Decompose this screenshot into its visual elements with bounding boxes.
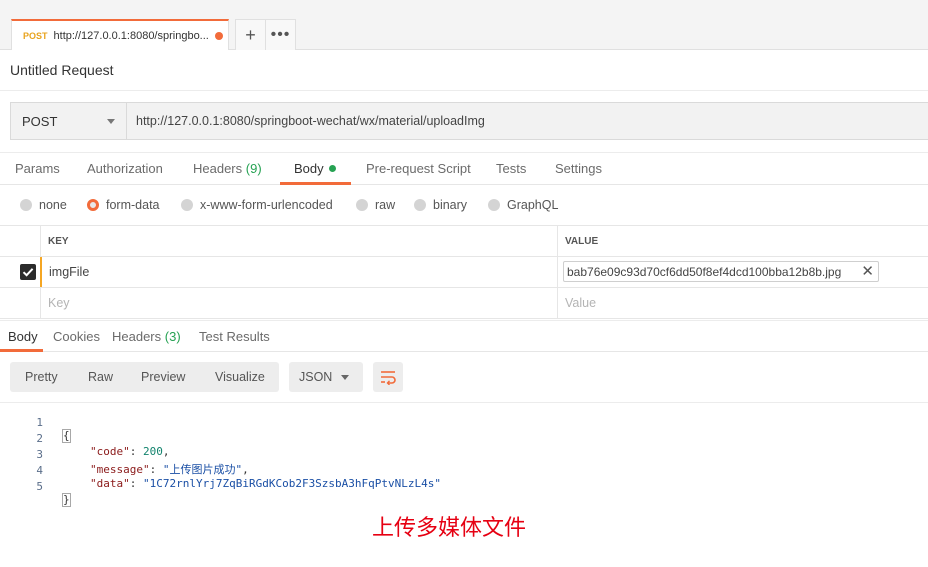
value-header-label: VALUE bbox=[565, 235, 599, 247]
key-column-header: KEY bbox=[40, 226, 558, 256]
response-tab-headers[interactable]: Headers (3) bbox=[112, 329, 181, 344]
response-format-value: JSON bbox=[299, 370, 333, 384]
value-placeholder: Value bbox=[565, 296, 597, 310]
request-tab-url: http://127.0.0.1:8080/springbo... bbox=[53, 29, 209, 42]
active-tab-underline bbox=[280, 182, 351, 185]
response-tab-cookies[interactable]: Cookies bbox=[53, 329, 100, 344]
table-row: imgFile bab76e09c93d70cf6dd50f8ef4dcd100… bbox=[0, 257, 928, 288]
response-tab-headers-count: (3) bbox=[164, 329, 181, 344]
more-tabs-button[interactable]: ••• bbox=[265, 20, 295, 50]
chevron-down-icon bbox=[341, 375, 349, 380]
file-chip[interactable]: bab76e09c93d70cf6dd50f8ef4dcd100bba12b8b… bbox=[563, 261, 879, 282]
radio-binary[interactable]: binary bbox=[414, 198, 467, 212]
chevron-down-icon bbox=[107, 119, 115, 124]
radio-form-data[interactable]: form-data bbox=[87, 198, 160, 212]
radio-graphql[interactable]: GraphQL bbox=[488, 198, 558, 212]
radio-none[interactable]: none bbox=[20, 198, 67, 212]
method-select[interactable]: POST bbox=[11, 103, 127, 139]
key-header-label: KEY bbox=[48, 235, 69, 247]
remove-file-close-icon[interactable]: ✕ bbox=[861, 262, 874, 280]
view-visualize-button[interactable]: Visualize bbox=[215, 370, 265, 384]
view-preview-button[interactable]: Preview bbox=[141, 370, 185, 384]
response-tab-test-results[interactable]: Test Results bbox=[199, 329, 270, 344]
body-type-radios: none form-data x-www-form-urlencoded raw… bbox=[0, 186, 928, 226]
radio-circle-icon bbox=[414, 199, 426, 211]
response-view-group: Pretty Raw Preview Visualize bbox=[10, 362, 279, 392]
table-header-row: KEY VALUE bbox=[0, 226, 928, 257]
new-key-field[interactable]: Key bbox=[40, 288, 558, 318]
radio-circle-icon bbox=[356, 199, 368, 211]
radio-circle-icon bbox=[181, 199, 193, 211]
close-brace: } bbox=[62, 493, 71, 507]
request-title[interactable]: Untitled Request bbox=[10, 62, 114, 78]
code-line: 2 "code": 200, bbox=[0, 419, 928, 458]
tab-authorization[interactable]: Authorization bbox=[87, 161, 163, 176]
table-row-empty: Key Value bbox=[0, 288, 928, 319]
radio-selected-icon bbox=[87, 199, 99, 211]
wrap-lines-icon bbox=[381, 371, 396, 385]
response-tabs: Body Cookies Headers (3) Test Results bbox=[0, 320, 928, 352]
active-response-tab-underline bbox=[0, 349, 43, 352]
response-tab-headers-label: Headers bbox=[112, 329, 162, 344]
line-number: 5 bbox=[36, 480, 43, 493]
checkmark-icon bbox=[22, 268, 34, 277]
radio-label: raw bbox=[375, 198, 396, 212]
row-check-cell bbox=[0, 288, 40, 318]
tab-tests[interactable]: Tests bbox=[496, 161, 526, 176]
value-column-header: VALUE bbox=[557, 226, 928, 256]
key-placeholder: Key bbox=[48, 296, 70, 310]
url-bar: POST http://127.0.0.1:8080/springboot-we… bbox=[10, 102, 928, 140]
tab-pre-request-script[interactable]: Pre-request Script bbox=[366, 161, 471, 176]
tab-actions: + ••• bbox=[235, 19, 296, 50]
radio-label: form-data bbox=[106, 198, 160, 212]
code-line: 3 "message": "上传图片成功", bbox=[0, 435, 928, 476]
form-data-table: KEY VALUE imgFile bab76e09c93d70cf6dd50f… bbox=[0, 226, 928, 319]
new-tab-button[interactable]: + bbox=[236, 20, 265, 50]
body-indicator-dot-icon bbox=[328, 165, 336, 172]
code-line: 1 { bbox=[0, 403, 928, 443]
response-tab-body[interactable]: Body bbox=[8, 329, 38, 344]
request-tab-method: POST bbox=[23, 30, 48, 41]
response-format-select[interactable]: JSON bbox=[289, 362, 363, 392]
tab-body[interactable]: Body bbox=[294, 161, 336, 176]
radio-x-www-form-urlencoded[interactable]: x-www-form-urlencoded bbox=[181, 198, 333, 212]
code-line: 4 "data": "1C72rnlYrj7ZqBiRGdKCob2F3Szsb… bbox=[0, 451, 928, 490]
radio-raw[interactable]: raw bbox=[356, 198, 395, 212]
request-tabs: Params Authorization Headers (9) Body Pr… bbox=[0, 152, 928, 185]
divider bbox=[0, 90, 928, 91]
row-check-cell bbox=[0, 257, 40, 287]
request-tab[interactable]: POST http://127.0.0.1:8080/springbo... bbox=[11, 19, 229, 50]
tab-settings[interactable]: Settings bbox=[555, 161, 602, 176]
row-enabled-checkbox[interactable] bbox=[20, 264, 36, 280]
caption: 上传多媒体文件 bbox=[372, 516, 527, 541]
radio-label: none bbox=[39, 198, 67, 212]
radio-label: x-www-form-urlencoded bbox=[200, 198, 333, 212]
new-value-field[interactable]: Value bbox=[557, 288, 928, 318]
tab-body-label: Body bbox=[294, 161, 324, 176]
header-check-cell bbox=[0, 226, 40, 256]
tab-headers[interactable]: Headers (9) bbox=[193, 161, 262, 176]
tab-headers-count: (9) bbox=[245, 161, 262, 176]
key-value: imgFile bbox=[49, 265, 90, 279]
file-name: bab76e09c93d70cf6dd50f8ef4dcd100bba12b8b… bbox=[567, 264, 842, 279]
code-line: 5 } bbox=[0, 467, 928, 507]
view-pretty-button[interactable]: Pretty bbox=[25, 370, 58, 384]
key-cell[interactable]: imgFile bbox=[40, 257, 558, 287]
radio-label: binary bbox=[433, 198, 468, 212]
request-tab-bar: POST http://127.0.0.1:8080/springbo... +… bbox=[0, 0, 928, 50]
radio-circle-icon bbox=[488, 199, 500, 211]
view-raw-button[interactable]: Raw bbox=[88, 370, 113, 384]
radio-label: GraphQL bbox=[507, 198, 559, 212]
value-cell: bab76e09c93d70cf6dd50f8ef4dcd100bba12b8b… bbox=[557, 257, 928, 287]
url-input[interactable]: http://127.0.0.1:8080/springboot-wechat/… bbox=[127, 103, 928, 139]
radio-circle-icon bbox=[20, 199, 32, 211]
wrap-lines-button[interactable] bbox=[373, 362, 403, 392]
tab-headers-label: Headers bbox=[193, 161, 243, 176]
method-select-value: POST bbox=[22, 113, 58, 129]
response-body-editor[interactable]: 1 { 2 "code": 200, 3 "message": "上传图片成功"… bbox=[0, 402, 928, 507]
tab-params[interactable]: Params bbox=[15, 161, 60, 176]
unsaved-dot-icon bbox=[215, 32, 223, 40]
